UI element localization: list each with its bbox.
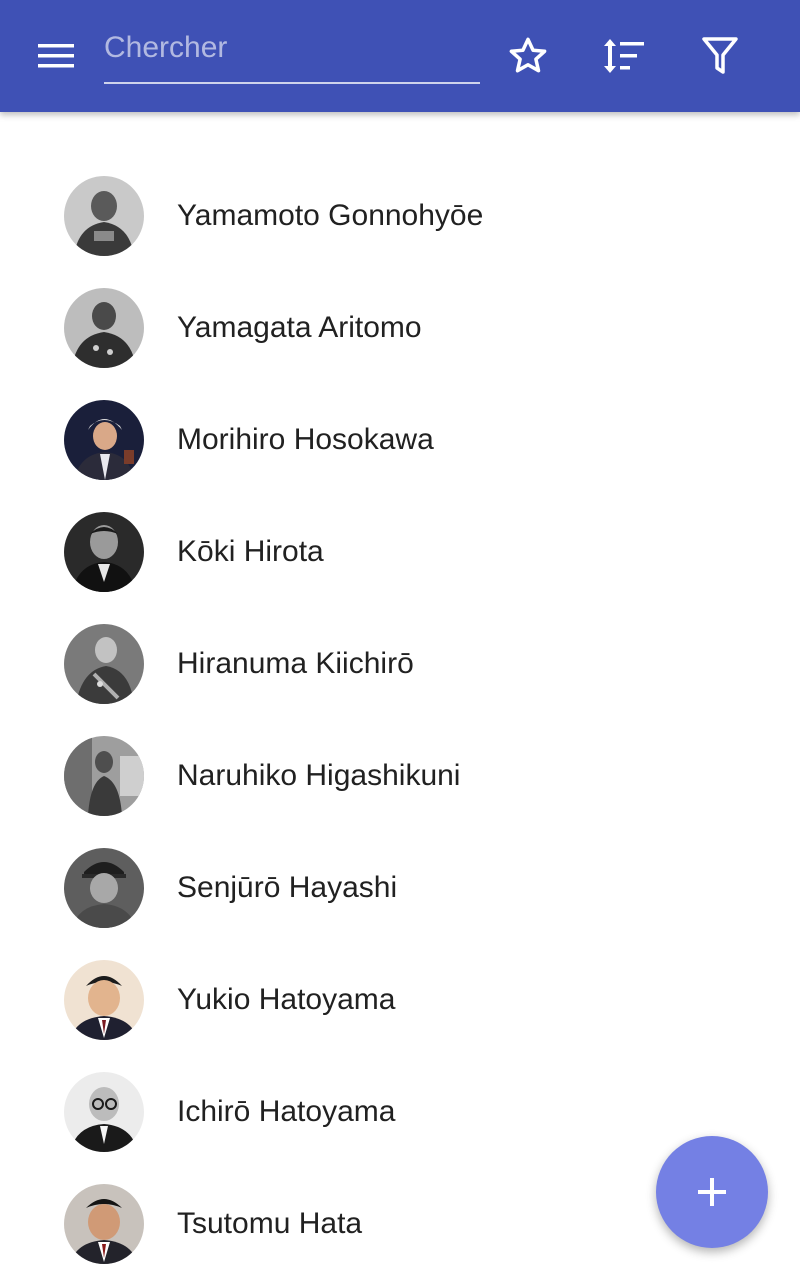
hamburger-menu-icon [38,44,74,68]
plus-icon [698,1178,726,1206]
list-item[interactable]: Kōki Hirota [0,496,800,608]
list-item-label: Morihiro Hosokawa [177,423,434,456]
avatar [64,512,144,592]
list-item[interactable]: Senjūrō Hayashi [0,832,800,944]
avatar [64,1072,144,1152]
avatar [64,736,144,816]
list-item-label: Naruhiko Higashikuni [177,759,461,792]
list-item-label: Kōki Hirota [177,535,324,568]
list-item-label: Senjūrō Hayashi [177,871,398,904]
app-bar [0,0,800,112]
sort-button[interactable] [588,20,660,92]
list-item-label: Yukio Hatoyama [177,983,396,1016]
list-item-label: Hiranuma Kiichirō [177,647,414,680]
list-item-label: Ichirō Hatoyama [177,1095,396,1128]
avatar [64,176,144,256]
menu-button[interactable] [20,20,92,92]
avatar [64,624,144,704]
search-input[interactable] [104,22,480,74]
list-item-label: Yamagata Aritomo [177,311,422,344]
avatar [64,960,144,1040]
list-item[interactable]: Morihiro Hosokawa [0,384,800,496]
sort-icon [604,39,644,73]
star-outline-icon [509,37,547,73]
list-item-label: Yamamoto Gonnohyōe [177,199,484,232]
list-item[interactable]: Yamagata Aritomo [0,272,800,384]
favorites-button[interactable] [492,20,564,92]
avatar [64,848,144,928]
list-item[interactable]: Naruhiko Higashikuni [0,720,800,832]
avatar [64,400,144,480]
search-field [104,22,480,84]
avatar [64,288,144,368]
list-item[interactable]: Yamamoto Gonnohyōe [0,160,800,272]
avatar [64,1184,144,1264]
person-list: Yamamoto Gonnohyōe Yamagata Aritomo Mori… [0,160,800,1280]
list-item-label: Tsutomu Hata [177,1207,363,1240]
filter-button[interactable] [684,20,756,92]
add-button[interactable] [656,1136,768,1248]
list-item[interactable]: Yukio Hatoyama [0,944,800,1056]
filter-icon [702,37,738,74]
list-item[interactable]: Hiranuma Kiichirō [0,608,800,720]
